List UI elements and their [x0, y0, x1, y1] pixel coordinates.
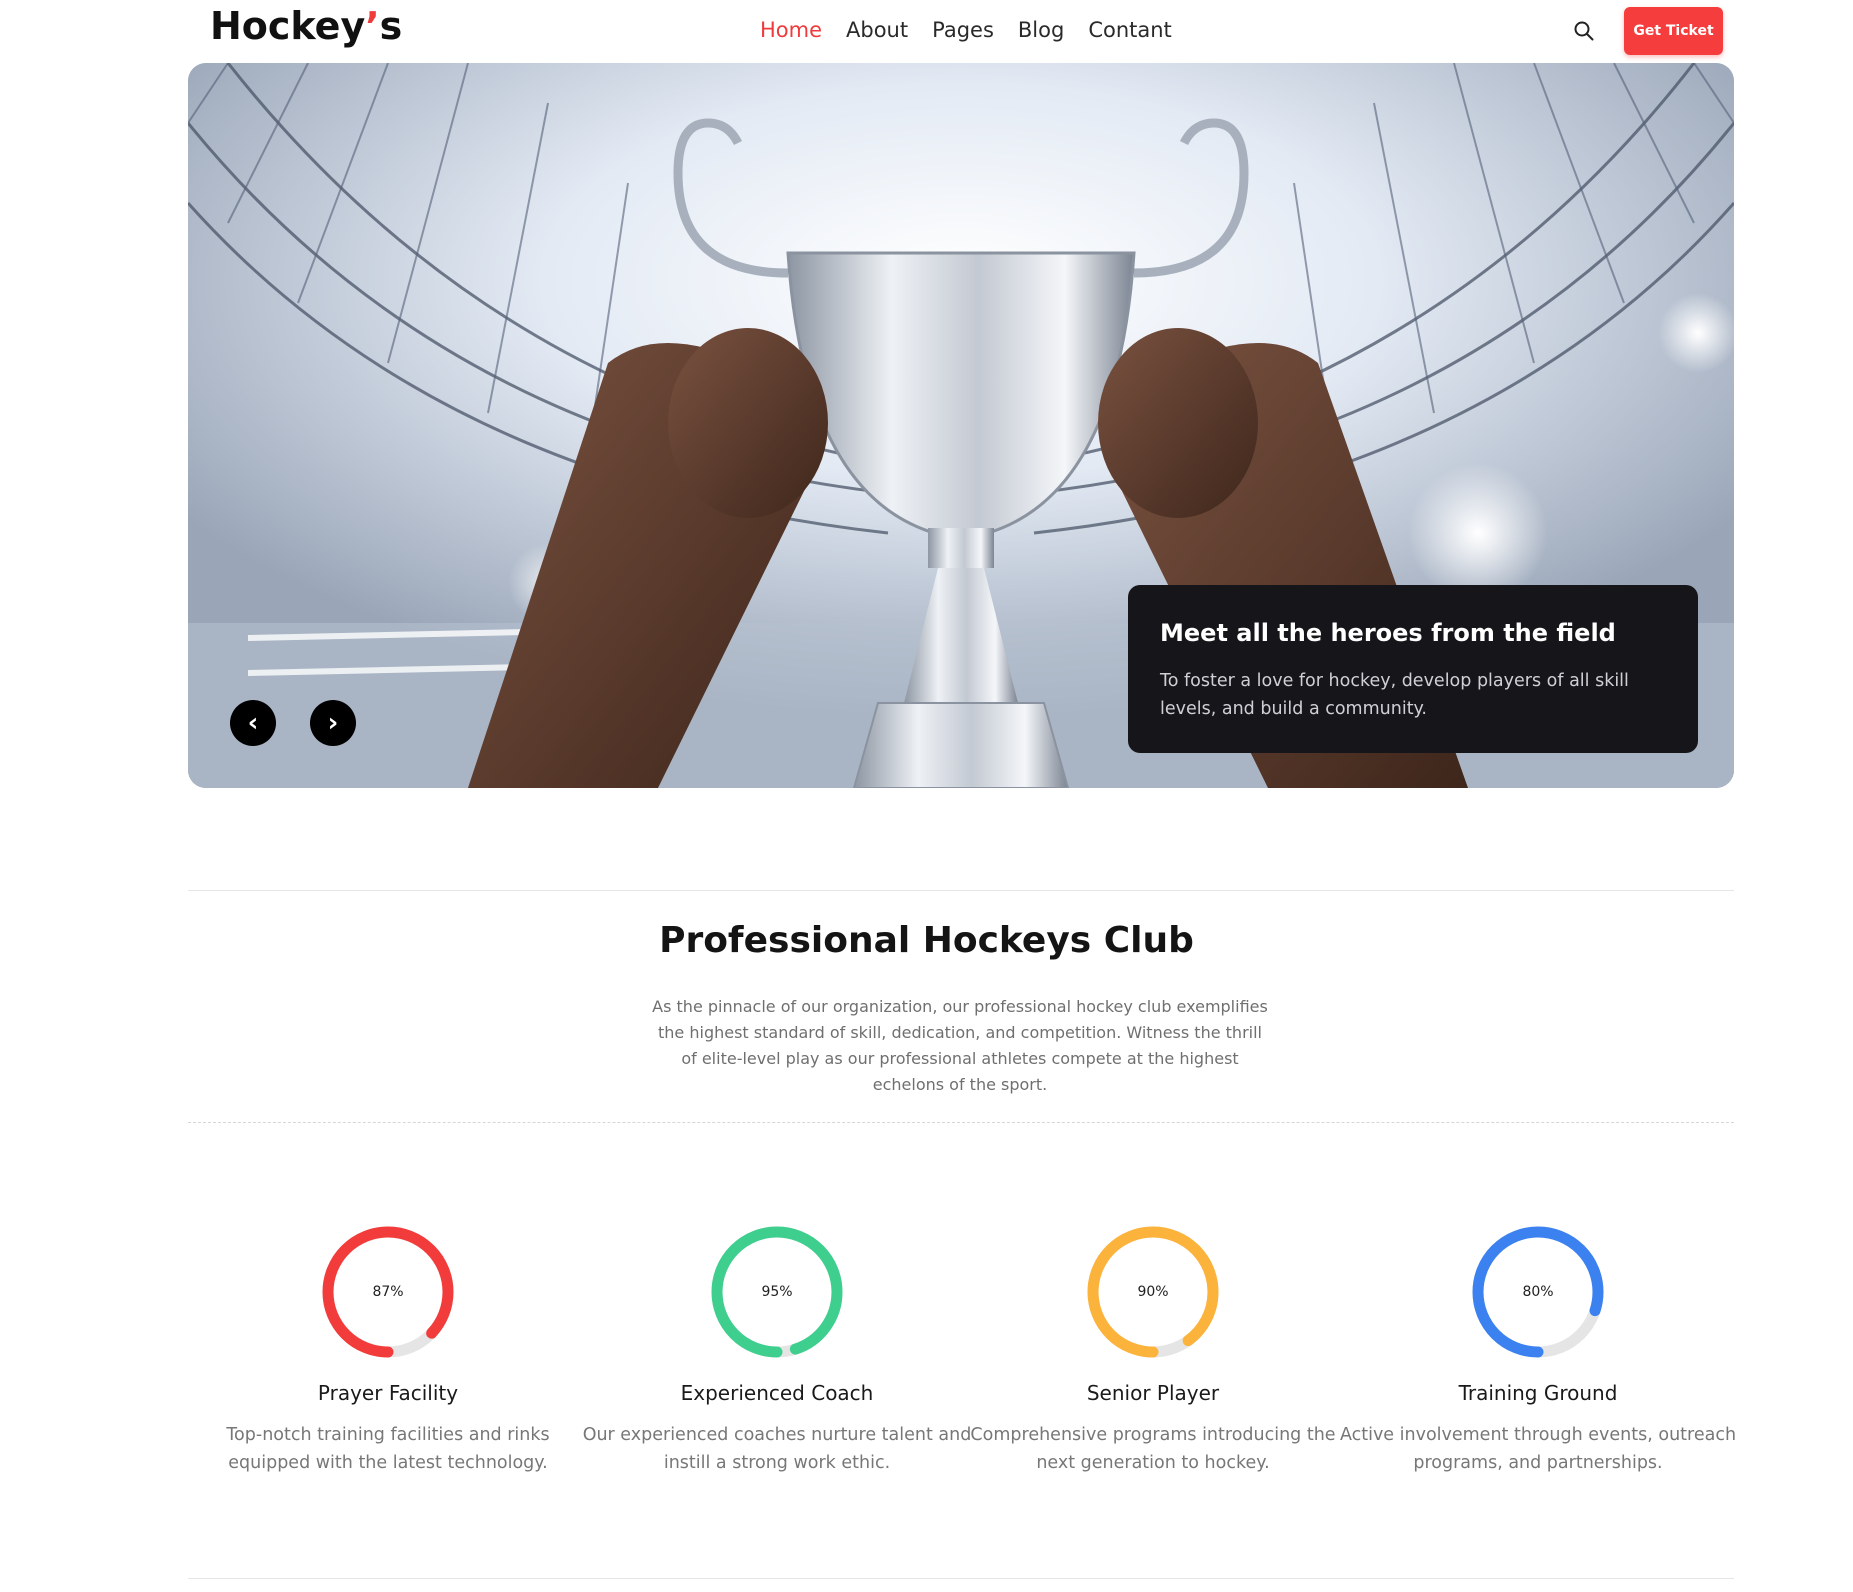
progress-value: 80% — [1522, 1284, 1554, 1300]
progress-ring: 80% — [1471, 1225, 1605, 1359]
progress-ring: 90% — [1086, 1225, 1220, 1359]
stat-title: Prayer Facility — [317, 1381, 459, 1405]
hero-caption-card: Meet all the heroes from the field To fo… — [1128, 585, 1698, 753]
stat-card-training-ground: 80% Training Ground Active involvement t… — [1338, 1225, 1738, 1477]
progress-value: 95% — [761, 1284, 793, 1300]
nav-blog[interactable]: Blog — [1018, 18, 1064, 42]
section-description: As the pinnacle of our organization, our… — [652, 997, 1268, 1094]
stat-title: Training Ground — [1458, 1381, 1618, 1405]
slider-prev-button[interactable]: ‹ — [230, 700, 276, 746]
section-divider-dashed — [188, 1122, 1734, 1123]
section-divider-bottom — [188, 1578, 1734, 1579]
search-icon[interactable] — [1573, 20, 1595, 42]
nav-about[interactable]: About — [846, 18, 908, 42]
logo-apostrophe: ’ — [365, 4, 380, 48]
stat-title: Experienced Coach — [680, 1381, 874, 1405]
hero-caption-text: To foster a love for hockey, develop pla… — [1160, 671, 1629, 719]
get-ticket-button[interactable]: Get Ticket — [1624, 7, 1723, 55]
stat-card-experienced-coach: 95% Experienced Coach Our experienced co… — [577, 1225, 977, 1477]
nav-pages[interactable]: Pages — [932, 18, 994, 42]
stat-description: Comprehensive programs introducing the n… — [970, 1425, 1336, 1473]
stat-card-prayer-facility: 87% Prayer Facility Top-notch training f… — [188, 1225, 588, 1477]
stat-description: Our experienced coaches nurture talent a… — [582, 1425, 972, 1473]
slider-next-button[interactable]: › — [310, 700, 356, 746]
site-header: Hockey’s Home About Pages Blog Contant G… — [0, 0, 1853, 62]
progress-value: 87% — [372, 1284, 404, 1300]
main-nav: Home About Pages Blog Contant — [760, 18, 1196, 42]
nav-home[interactable]: Home — [760, 18, 822, 42]
site-logo[interactable]: Hockey’s — [210, 4, 402, 48]
progress-value: 90% — [1137, 1284, 1169, 1300]
hero-caption-title: Meet all the heroes from the field — [1160, 619, 1616, 647]
logo-text-end: s — [379, 4, 403, 48]
stat-title: Senior Player — [1086, 1381, 1220, 1405]
progress-ring: 95% — [710, 1225, 844, 1359]
section-divider-top — [188, 890, 1734, 891]
stat-description: Top-notch training facilities and rinks … — [226, 1425, 550, 1473]
progress-ring: 87% — [321, 1225, 455, 1359]
stat-description: Active involvement through events, outre… — [1339, 1425, 1737, 1473]
nav-contact[interactable]: Contant — [1088, 18, 1171, 42]
logo-text: Hockey — [210, 4, 366, 48]
section-title: Professional Hockeys Club — [659, 920, 1194, 961]
stat-card-senior-player: 90% Senior Player Comprehensive programs… — [953, 1225, 1353, 1477]
hero-slider: ‹ › Meet all the heroes from the field T… — [188, 63, 1734, 788]
